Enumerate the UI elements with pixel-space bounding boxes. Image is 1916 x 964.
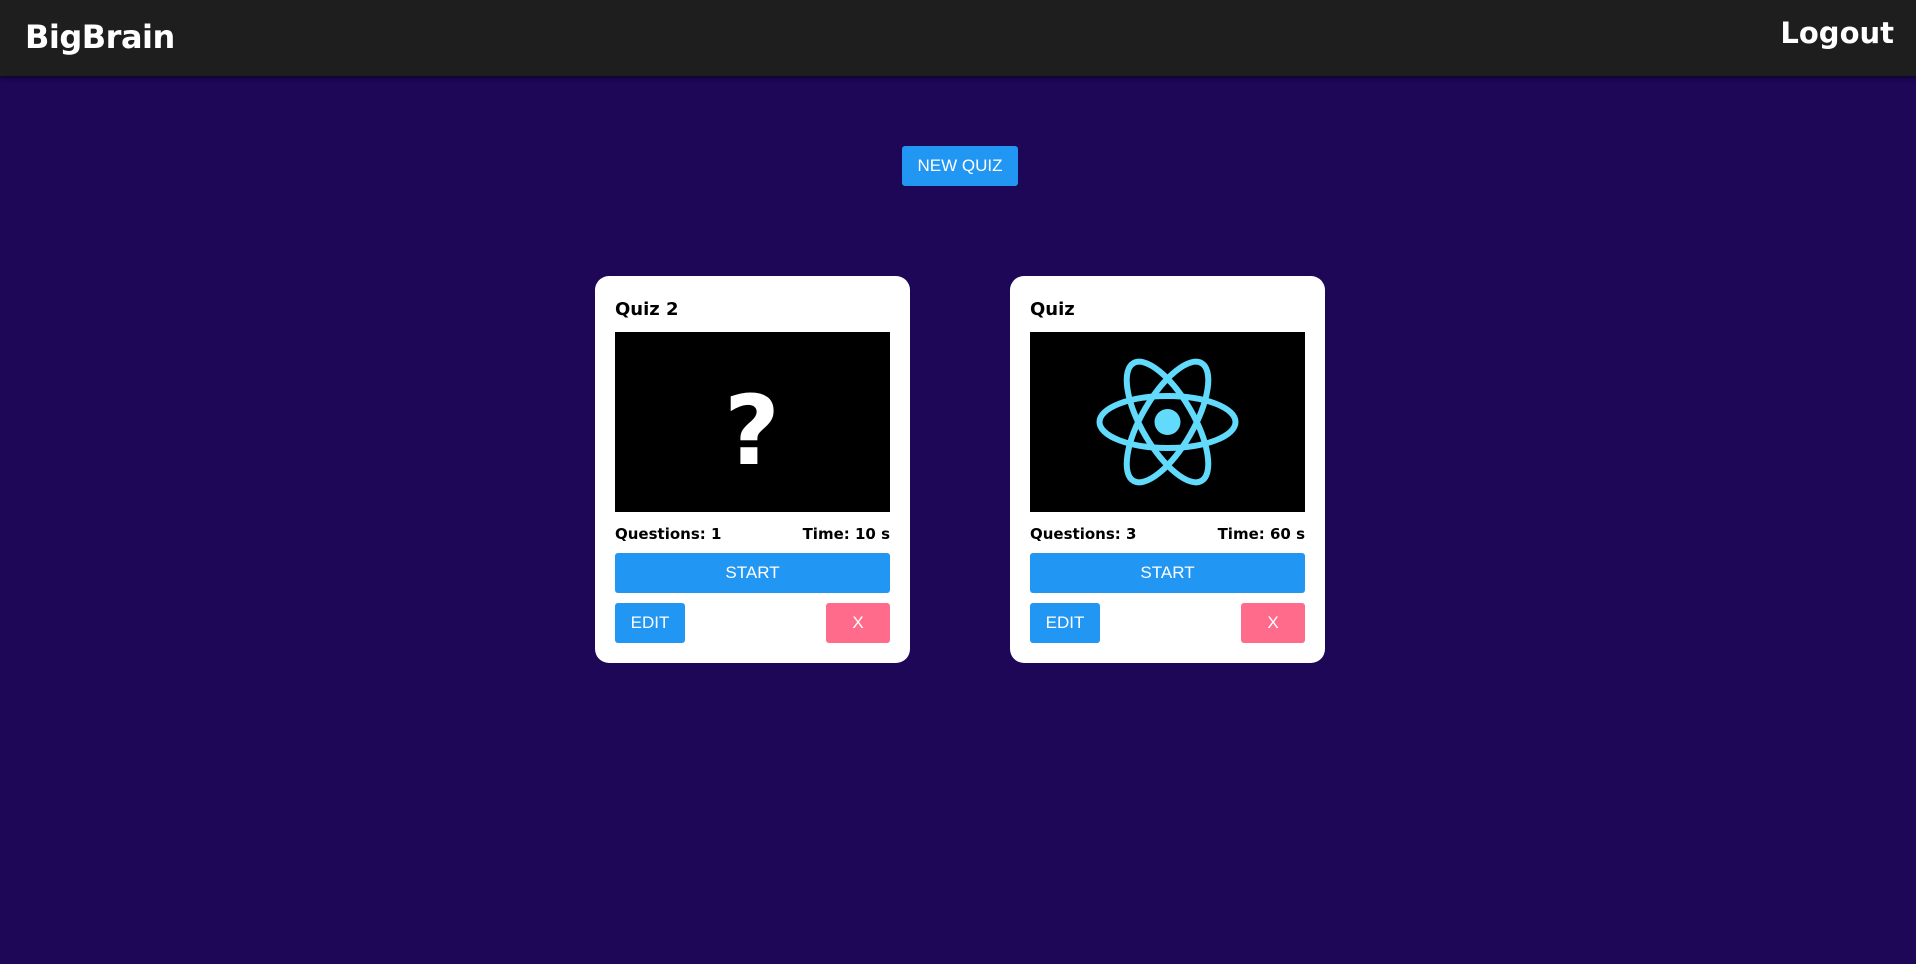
question-count: Questions: 3 [1030,525,1137,543]
edit-button[interactable]: EDIT [1030,603,1100,643]
time-limit: Time: 60 s [1217,525,1305,543]
quiz-card: Quiz 2 ? Questions: 1 Time: 10 s START E… [595,276,910,663]
logout-button[interactable]: Logout [1780,16,1894,50]
top-navbar: BigBrain Logout [0,0,1916,76]
quiz-card: Quiz Questions: 3 Time: 60 s START EDIT … [1010,276,1325,663]
start-button[interactable]: START [615,553,890,593]
quiz-title: Quiz 2 [615,299,679,320]
svg-text:?: ? [724,375,780,487]
brand-logo: BigBrain [25,18,175,56]
start-button[interactable]: START [1030,553,1305,593]
time-limit: Time: 10 s [802,525,890,543]
edit-button[interactable]: EDIT [615,603,685,643]
question-mark-icon: ? [724,375,780,487]
quiz-title: Quiz [1030,299,1075,320]
delete-button[interactable]: X [1241,603,1305,643]
react-atom-icon [1096,358,1239,486]
question-count: Questions: 1 [615,525,722,543]
quiz-thumbnail [1030,332,1305,512]
quiz-thumbnail: ? [615,332,890,512]
delete-button[interactable]: X [826,603,890,643]
new-quiz-button[interactable]: NEW QUIZ [902,146,1018,186]
